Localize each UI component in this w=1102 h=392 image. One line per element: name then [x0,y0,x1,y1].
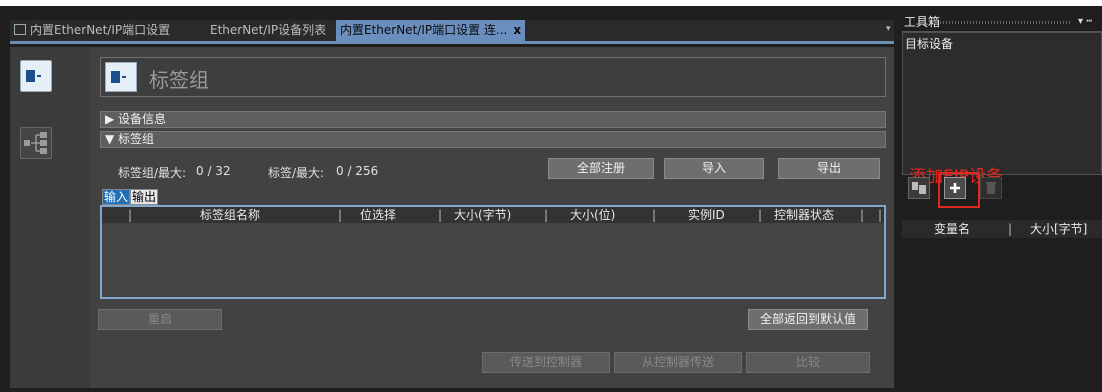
drag-grip[interactable] [934,21,1070,24]
column-variable-name[interactable]: 变量名 [934,220,970,238]
column-controller-status[interactable]: 控制器状态 [774,207,834,223]
app-window: 内置EtherNet/IP端口设置 EtherNet/IP设备列表 内置Ethe… [0,6,1102,392]
column-separator: | [128,208,133,222]
compare-button[interactable]: 比较 [746,352,870,373]
section-tag-group[interactable]: ▼ 标签组 [100,131,886,148]
tag-group-icon [26,70,41,82]
tag-max-value: 0 / 256 [336,164,379,178]
tag-group-max-label: 标签组/最大: [118,166,187,180]
io-subtabs: 输入 输出 [102,189,159,205]
tag-max-label: 标签/最大: [268,166,325,180]
reset-all-defaults-button[interactable]: 全部返回到默认值 [748,309,868,330]
transfer-to-controller-button[interactable]: 传送到控制器 [482,352,610,373]
column-separator: | [438,208,443,222]
toolbox-panel: 工具箱 ▾ ┅ 目标设备 添加EIP设备 变量名 | 大小[字节] [902,12,1102,392]
page-title: 标签组 [149,68,209,92]
left-view-selector [10,47,90,388]
tab-overflow-icon[interactable]: ▾ [886,24,891,34]
table-header: | 标签组名称 | 位选择 | 大小(字节) | 大小(位) | 实例ID | … [102,207,884,223]
tag-group-table[interactable]: | 标签组名称 | 位选择 | 大小(字节) | 大小(位) | 实例ID | … [100,205,886,299]
register-all-button[interactable]: 全部注册 [548,158,654,179]
delete-device-button[interactable] [980,177,1002,199]
trash-icon [986,182,996,194]
tab-builtin-eip-port-settings-connection[interactable]: 内置EtherNet/IP端口设置 连... x [336,20,526,41]
column-bit-select[interactable]: 位选择 [360,207,396,223]
column-size-bits[interactable]: 大小(位) [570,207,615,223]
target-device-label: 目标设备 [905,37,954,51]
column-instance-id[interactable]: 实例ID [688,207,725,223]
column-separator: | [860,208,865,222]
network-settings-icon [14,24,26,35]
column-separator: | [758,208,763,222]
device-icon [912,182,926,194]
column-tag-group-name[interactable]: 标签组名称 [200,207,260,223]
tab-output[interactable]: 输出 [130,189,159,205]
section-device-info[interactable]: ▶ 设备信息 [100,111,886,128]
target-device-list[interactable]: 目标设备 添加EIP设备 [902,32,1102,187]
export-button[interactable]: 导出 [778,158,880,179]
editor-tab-strip: 内置EtherNet/IP端口设置 EtherNet/IP设备列表 内置Ethe… [10,20,894,44]
tab-builtin-eip-port-settings[interactable]: 内置EtherNet/IP端口设置 [10,20,174,41]
panel-header: 标签组 [100,57,886,97]
column-separator: | [544,208,549,222]
tag-group-icon [105,62,137,92]
tab-label: EtherNet/IP设备列表 [210,23,327,37]
close-icon[interactable]: x [513,23,521,37]
toolbox-header: 工具箱 ▾ ┅ [902,12,1102,32]
tab-eip-device-list[interactable]: EtherNet/IP设备列表 [206,20,330,41]
tab-input[interactable]: 输入 [102,189,131,205]
tag-group-max-value: 0 / 32 [196,164,231,178]
device-view-button[interactable] [908,177,930,199]
transfer-from-controller-button[interactable]: 从控制器传送 [614,352,742,373]
column-size-bytes[interactable]: 大小[字节] [1030,220,1087,238]
variable-table-body[interactable] [902,238,1102,392]
connection-tree-icon [24,132,47,154]
tab-label: 内置EtherNet/IP端口设置 连... [340,23,508,37]
import-button[interactable]: 导入 [664,158,764,179]
column-separator: | [652,208,657,222]
column-separator: | [1008,222,1013,236]
tab-label: 内置EtherNet/IP端口设置 [30,23,171,37]
tag-group-view-button[interactable] [20,60,52,92]
column-separator: | [878,208,883,222]
column-separator: | [338,208,343,222]
connection-view-button[interactable] [20,127,52,159]
pin-icon[interactable]: ▾ ┅ [1078,12,1092,32]
restart-button[interactable]: 重启 [98,309,222,330]
tag-group-panel: 标签组 ▶ 设备信息 ▼ 标签组 标签组/最大: 0 / 32 标签/最大: 0… [90,47,894,388]
variable-table-header: 变量名 | 大小[字节] [902,220,1102,238]
column-size-bytes[interactable]: 大小(字节) [454,207,511,223]
highlight-box [938,172,980,208]
